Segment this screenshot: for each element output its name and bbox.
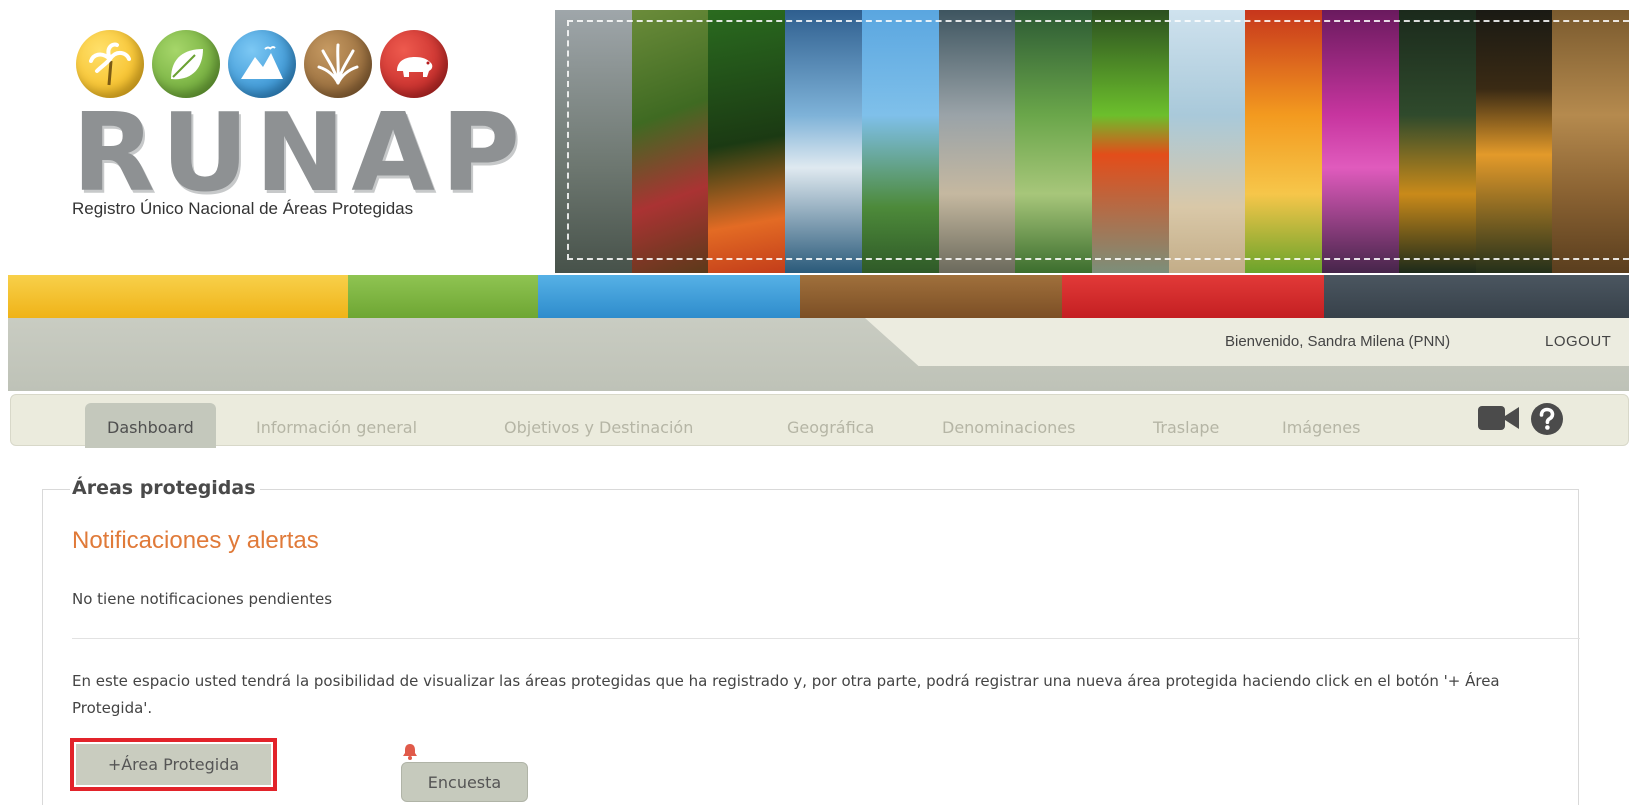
tab-geografica[interactable]: Geográfica	[787, 418, 874, 437]
add-area-button[interactable]: +Área Protegida	[76, 744, 271, 785]
header-banner	[555, 10, 1629, 273]
video-camera-icon[interactable]	[1478, 404, 1520, 432]
bear-icon	[380, 30, 448, 98]
mountain-icon	[228, 30, 296, 98]
logo-icons	[76, 30, 448, 98]
color-bar	[8, 275, 1629, 318]
add-area-highlight: +Área Protegida	[70, 738, 277, 791]
bell-icon	[403, 744, 417, 760]
tab-denominaciones[interactable]: Denominaciones	[942, 418, 1075, 437]
tab-dashboard[interactable]: Dashboard	[85, 403, 216, 448]
description-text: En este espacio usted tendrá la posibili…	[72, 672, 1500, 717]
tab-objetivos-destinacion[interactable]: Objetivos y Destinación	[504, 418, 693, 437]
welcome-text: Bienvenido, Sandra Milena (PNN)	[1225, 333, 1451, 350]
leaf-icon	[152, 30, 220, 98]
tab-traslape[interactable]: Traslape	[1153, 418, 1219, 437]
tab-informacion-general[interactable]: Información general	[256, 418, 417, 437]
logo[interactable]: RUNAP Registro Único Nacional de Áreas P…	[0, 0, 555, 275]
logo-subtitle: Registro Único Nacional de Áreas Protegi…	[72, 199, 414, 218]
section-title: Áreas protegidas	[70, 477, 260, 499]
palm-tree-icon	[76, 30, 144, 98]
survey-button[interactable]: Encuesta	[401, 762, 528, 802]
grass-icon	[304, 30, 372, 98]
help-icon[interactable]	[1530, 402, 1564, 436]
logout-link[interactable]: LOGOUT	[1545, 333, 1611, 350]
divider	[72, 638, 1580, 639]
logo-wordmark: RUNAP	[72, 91, 526, 216]
notifications-empty-text: No tiene notificaciones pendientes	[72, 590, 333, 608]
page: RUNAP Registro Único Nacional de Áreas P…	[0, 0, 1629, 805]
tab-imagenes[interactable]: Imágenes	[1282, 418, 1360, 437]
notifications-title: Notificaciones y alertas	[72, 527, 319, 554]
